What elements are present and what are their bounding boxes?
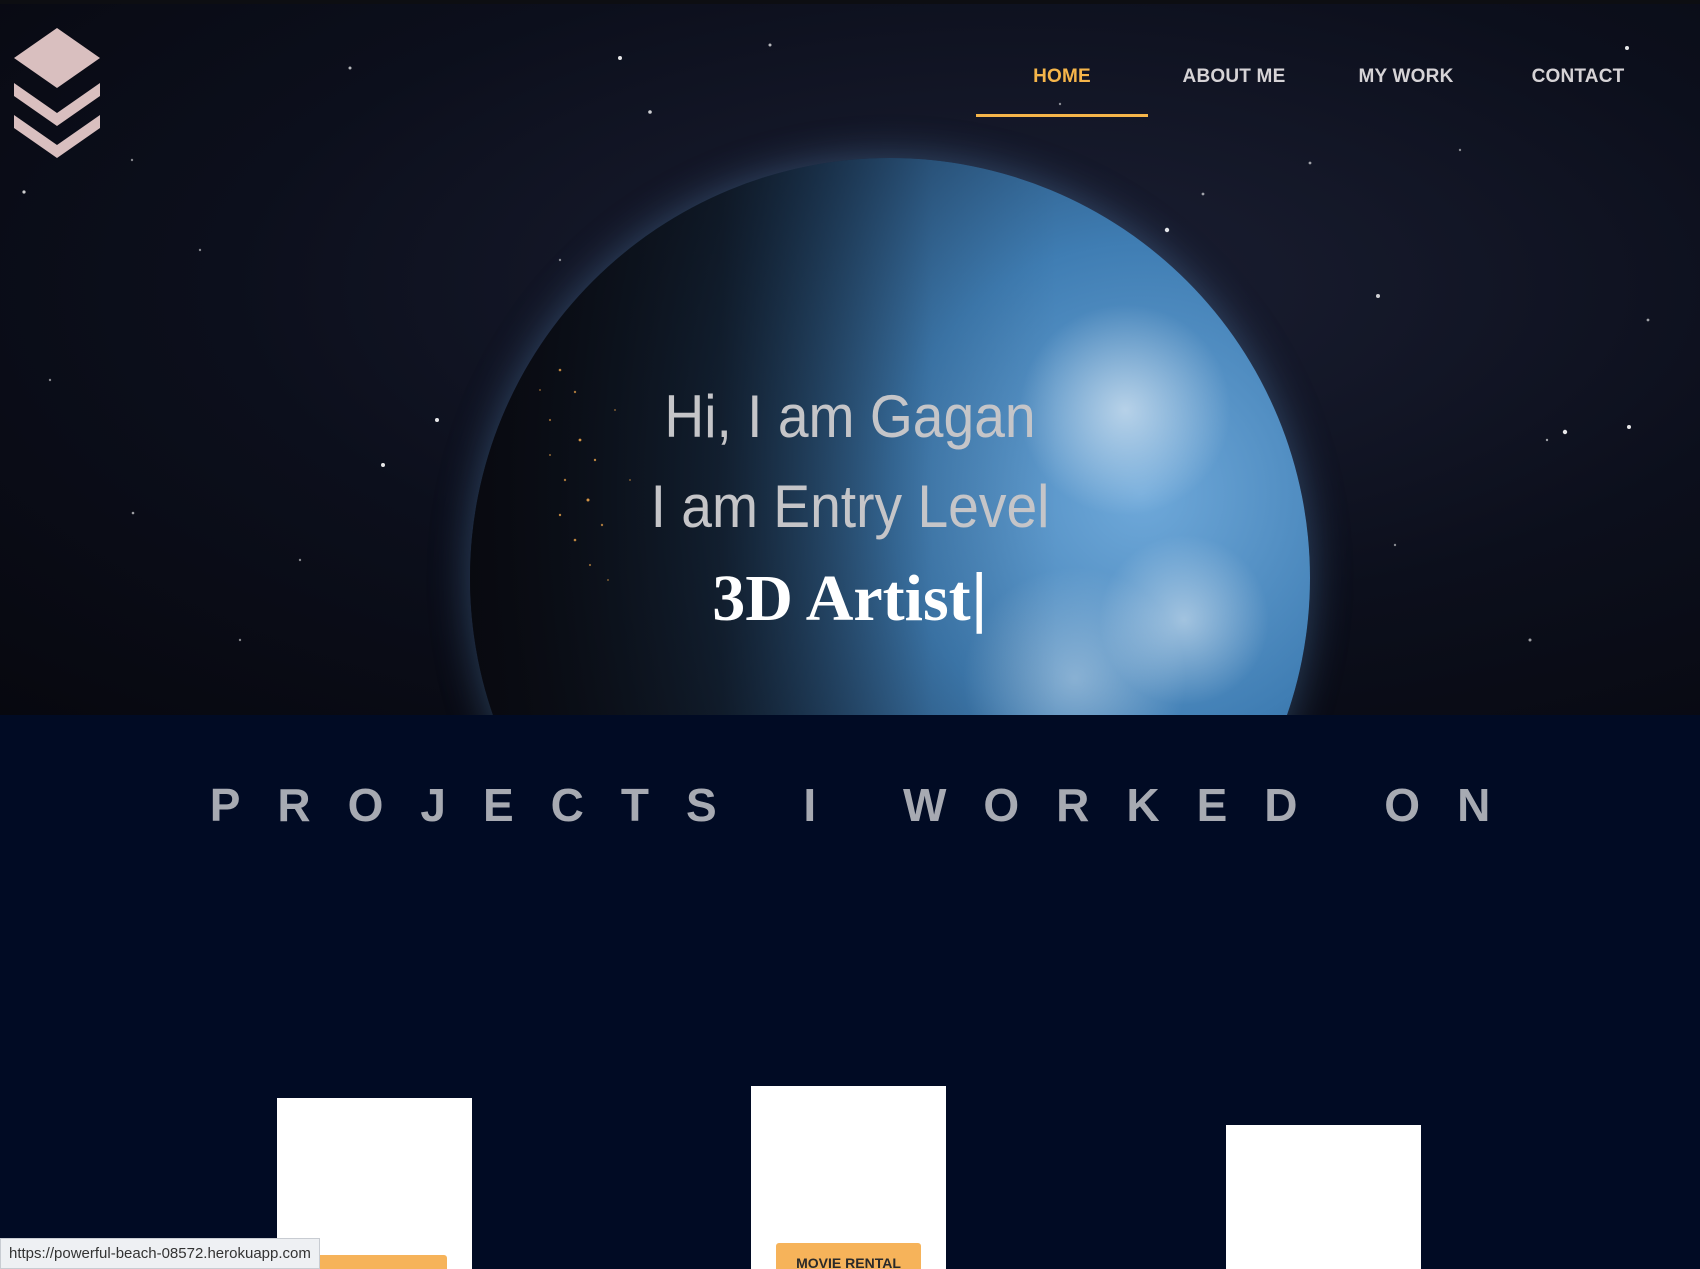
nav-contact[interactable]: CONTACT — [1492, 66, 1664, 88]
layers-icon[interactable] — [14, 28, 100, 158]
hero-section: HOME ABOUT ME MY WORK CONTACT Hi, I am G… — [0, 0, 1700, 715]
hero-level: I am Entry Level — [650, 473, 1050, 540]
nav-active-underline — [976, 114, 1148, 117]
project-card-button[interactable]: MOVIE RENTAL — [776, 1243, 921, 1269]
hero-role: 3D Artist — [712, 562, 971, 635]
project-card[interactable] — [1226, 1125, 1421, 1269]
hero-role-wrapper: 3D Artist| — [0, 552, 1700, 644]
project-card[interactable]: MOVIE RENTAL — [751, 1086, 946, 1269]
project-card-button[interactable] — [302, 1255, 447, 1269]
main-nav: HOME ABOUT ME MY WORK CONTACT — [976, 66, 1666, 116]
nav-my-work[interactable]: MY WORK — [1320, 66, 1492, 88]
hero-heading: Hi, I am Gagan I am Entry Level 3D Artis… — [0, 372, 1700, 644]
browser-status-bar: https://powerful-beach-08572.herokuapp.c… — [0, 1238, 320, 1269]
nav-about-me[interactable]: ABOUT ME — [1148, 66, 1320, 88]
nav-home[interactable]: HOME — [976, 66, 1148, 88]
typing-cursor: | — [970, 560, 988, 634]
page: HOME ABOUT ME MY WORK CONTACT Hi, I am G… — [0, 0, 1700, 1269]
projects-title: PROJECTS I WORKED ON — [209, 779, 1528, 831]
hero-greeting: Hi, I am Gagan — [664, 383, 1036, 450]
